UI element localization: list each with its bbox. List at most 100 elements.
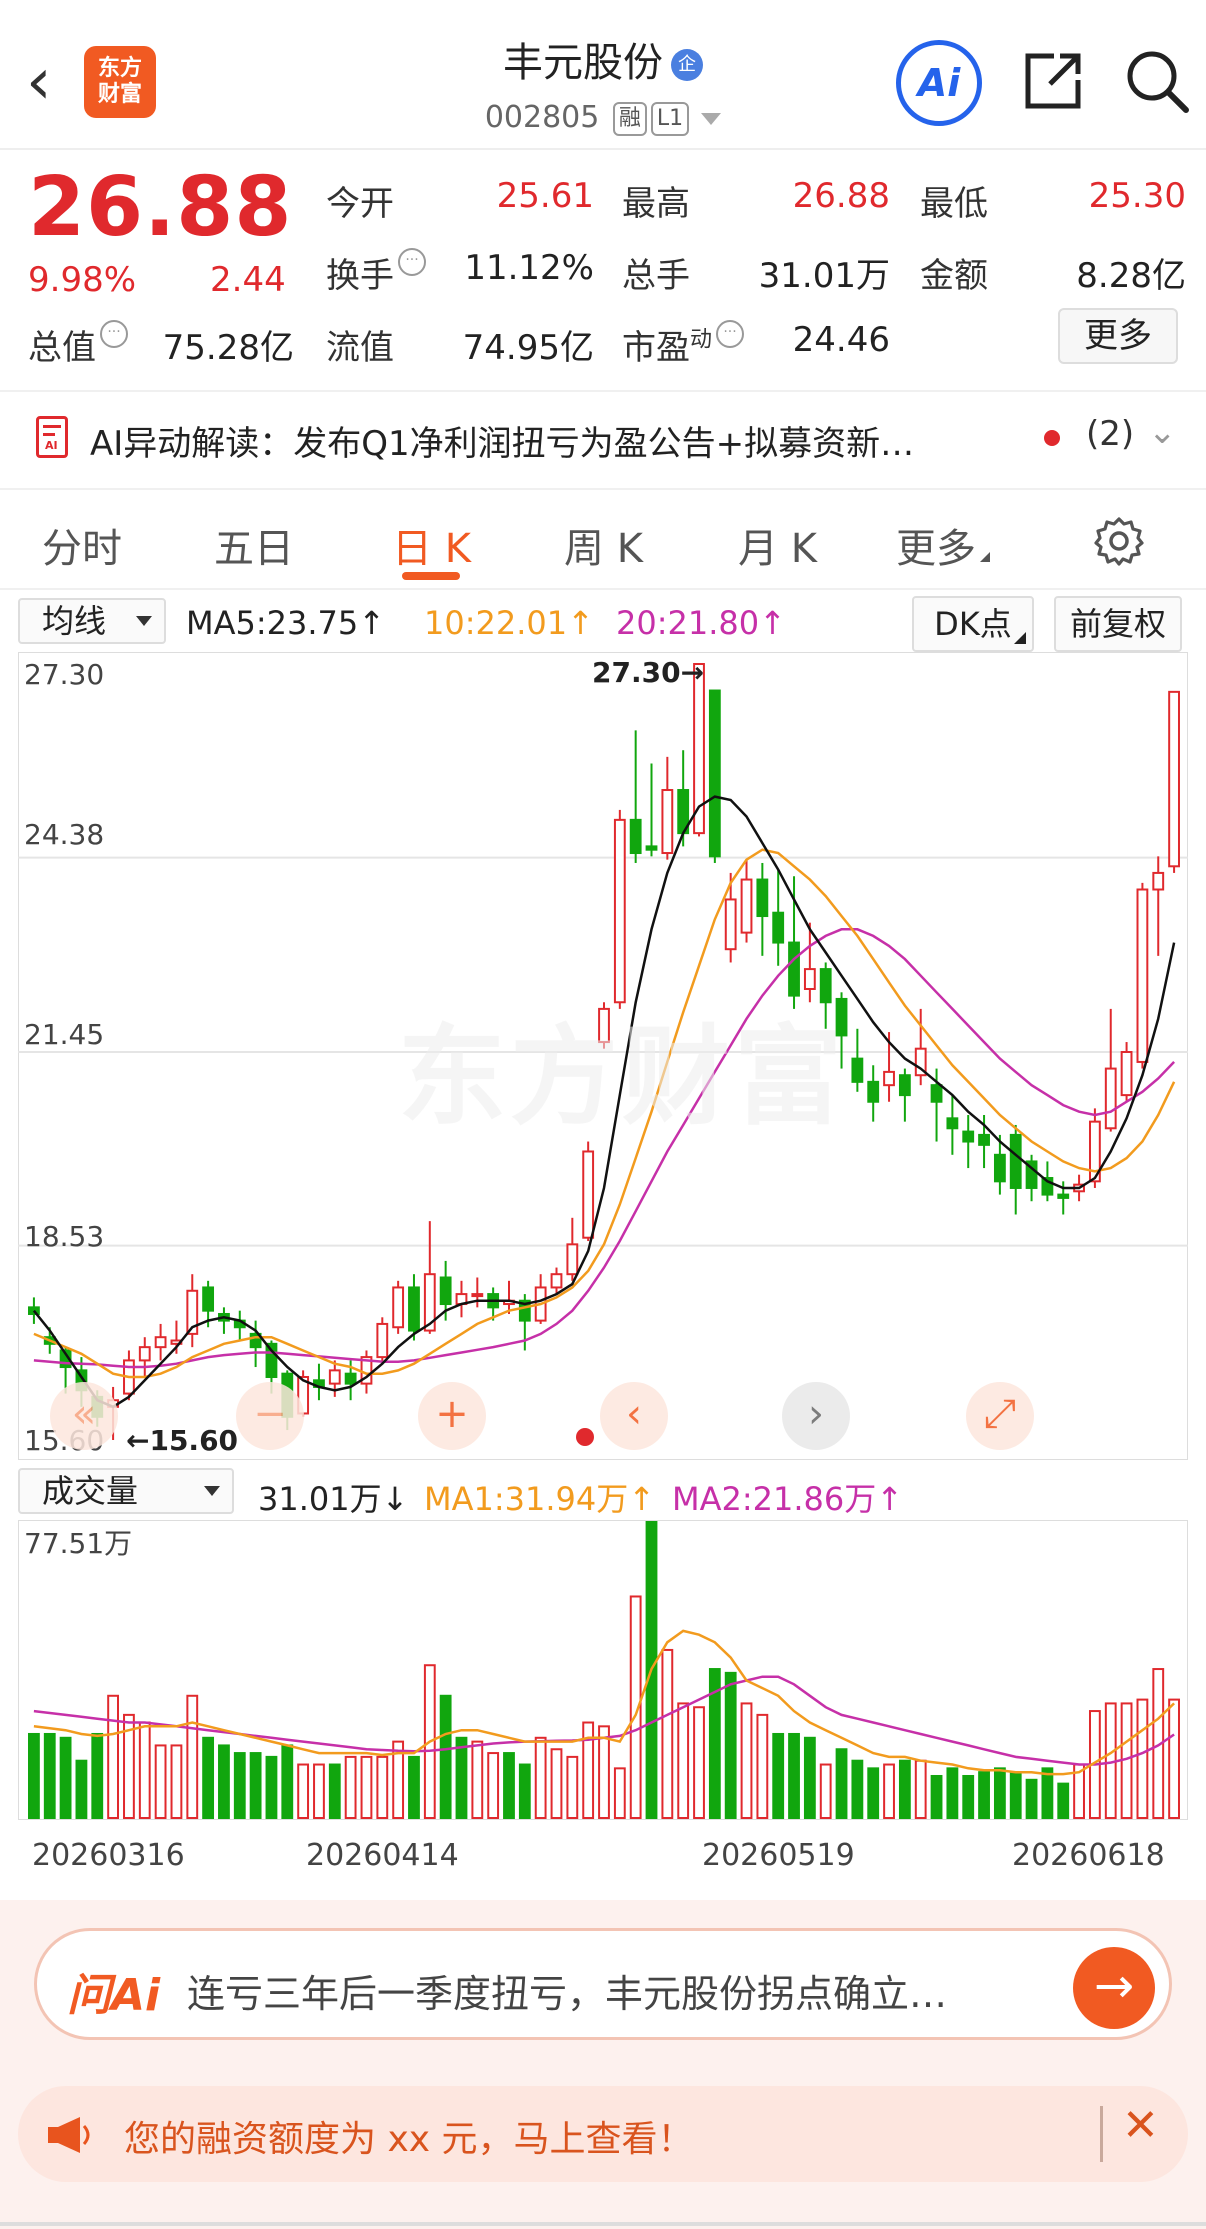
volume-bar bbox=[724, 1671, 737, 1819]
watermark: 东方财富 bbox=[398, 1015, 847, 1140]
arrow-right-icon[interactable]: → bbox=[1073, 1947, 1155, 2029]
dk-point-button[interactable]: DK点 bbox=[912, 596, 1034, 652]
megaphone-icon bbox=[48, 2117, 90, 2153]
low-label: 最低 bbox=[920, 184, 988, 224]
pe-dynamic-sup: 动 bbox=[690, 327, 713, 353]
period-tabs: 分时 五日 日 K 周 K 月 K 更多 bbox=[0, 490, 1206, 590]
rewind-button[interactable]: « bbox=[50, 1382, 118, 1450]
volume-label: 总手 bbox=[622, 256, 690, 296]
candle bbox=[313, 1363, 325, 1401]
status-dot bbox=[576, 1428, 594, 1446]
tab-monthly-k[interactable]: 月 K bbox=[738, 516, 817, 574]
tab-daily-k[interactable]: 日 K bbox=[392, 516, 471, 574]
volume-bar bbox=[202, 1736, 215, 1819]
corner-triangle-icon bbox=[1014, 632, 1026, 644]
share-icon[interactable] bbox=[1020, 48, 1086, 114]
ma-indicator-select[interactable]: 均线 bbox=[18, 598, 166, 644]
volume-bar bbox=[930, 1774, 943, 1819]
float-value: 74.95亿 bbox=[462, 328, 594, 368]
volume-bar bbox=[265, 1755, 278, 1819]
candle bbox=[708, 689, 721, 863]
volume-bar bbox=[740, 1702, 753, 1819]
candle bbox=[376, 1317, 389, 1364]
volume-bar bbox=[408, 1755, 420, 1819]
fullscreen-button[interactable]: ⤢ bbox=[966, 1382, 1034, 1450]
volume-bar bbox=[613, 1767, 626, 1819]
mcap-value: 75.28亿 bbox=[162, 328, 294, 368]
zoom-in-button[interactable]: + bbox=[418, 1382, 486, 1450]
ask-ai-box[interactable]: 问Ai 连亏三年后一季度扭亏，丰元股份拐点确立… → bbox=[34, 1928, 1172, 2040]
volume-ma2: MA2:21.86万↑ bbox=[672, 1480, 904, 1518]
ai-assistant-button[interactable]: Ai bbox=[896, 40, 982, 126]
candle bbox=[1025, 1154, 1038, 1202]
high-value: 26.88 bbox=[792, 176, 890, 216]
corner-triangle-icon bbox=[980, 552, 990, 562]
search-icon[interactable] bbox=[1124, 46, 1190, 116]
volume-bar bbox=[487, 1752, 500, 1819]
candle bbox=[962, 1115, 975, 1169]
tab-weekly-k[interactable]: 周 K bbox=[564, 516, 643, 574]
settings-gear-icon[interactable] bbox=[1094, 516, 1144, 566]
next-candle-button[interactable]: › bbox=[782, 1382, 850, 1450]
open-value: 25.61 bbox=[496, 176, 594, 216]
pe-value: 24.46 bbox=[792, 320, 890, 360]
ai-count: (2) bbox=[1086, 414, 1135, 454]
adjustment-button[interactable]: 前复权 bbox=[1054, 596, 1182, 652]
volume-now: 31.01万↓ bbox=[258, 1480, 409, 1518]
volume-bar bbox=[1168, 1698, 1180, 1820]
margin-promo-bar[interactable]: 您的融资额度为 xx 元，马上查看！ ✕ bbox=[18, 2086, 1188, 2182]
candle bbox=[423, 1221, 436, 1334]
turnover-label: 换手 ··· bbox=[326, 248, 426, 297]
more-quote-button[interactable]: 更多 bbox=[1058, 308, 1178, 364]
candle bbox=[851, 1028, 864, 1092]
ask-ai-logo: 问Ai bbox=[67, 1970, 161, 2021]
caret-down-icon[interactable] bbox=[701, 112, 722, 125]
candle bbox=[724, 872, 737, 963]
turnover-value: 11.12% bbox=[464, 248, 594, 288]
y-axis-label: 18.53 bbox=[24, 1220, 105, 1253]
volume-bar bbox=[677, 1702, 690, 1819]
candle bbox=[1009, 1124, 1022, 1215]
volume-bar bbox=[661, 1648, 674, 1819]
candle bbox=[186, 1274, 199, 1348]
change-value: 2.44 bbox=[210, 260, 286, 300]
chevron-down-icon[interactable]: ⌄ bbox=[1148, 412, 1177, 452]
volume-bar bbox=[772, 1732, 785, 1819]
ma5-value: MA5:23.75↑ bbox=[186, 604, 386, 642]
prev-candle-button[interactable]: ‹ bbox=[600, 1382, 668, 1450]
volume-indicator-select[interactable]: 成交量 bbox=[18, 1468, 234, 1514]
close-icon[interactable]: ✕ bbox=[1122, 2100, 1159, 2151]
volume-select-label: 成交量 bbox=[42, 1472, 139, 1510]
zoom-out-button[interactable]: − bbox=[236, 1382, 304, 1450]
info-dots-icon[interactable]: ··· bbox=[398, 248, 426, 276]
volume-bar bbox=[1025, 1778, 1038, 1820]
date-tick: 20260316 bbox=[32, 1838, 185, 1873]
volume-bar bbox=[788, 1732, 800, 1819]
margin-promo-text: 您的融资额度为 xx 元，马上查看！ bbox=[124, 2119, 694, 2160]
ai-document-icon: AI bbox=[36, 416, 68, 458]
volume-bar bbox=[883, 1763, 895, 1820]
open-label: 今开 bbox=[326, 184, 394, 224]
y-axis-label: 27.30 bbox=[24, 658, 105, 691]
ai-interpretation-bar[interactable]: AI AI异动解读：发布Q1净利润扭亏为盈公告+拟募资新… (2) ⌄ bbox=[0, 390, 1206, 490]
volume-bar bbox=[867, 1767, 880, 1819]
candle bbox=[645, 763, 658, 857]
volume-bar bbox=[138, 1721, 151, 1819]
volume-bar bbox=[376, 1755, 389, 1819]
tab-intraday[interactable]: 分时 bbox=[42, 516, 122, 574]
volume-bar bbox=[978, 1771, 990, 1819]
tab-more[interactable]: 更多 bbox=[896, 516, 990, 574]
volume-bar bbox=[503, 1752, 515, 1819]
candle bbox=[471, 1277, 484, 1308]
tab-more-label: 更多 bbox=[896, 526, 976, 572]
candle bbox=[946, 1095, 959, 1155]
volume-chart[interactable] bbox=[18, 1520, 1188, 1820]
volume-bar bbox=[566, 1755, 579, 1819]
volume-bar bbox=[550, 1748, 563, 1820]
volume-bar bbox=[75, 1759, 88, 1819]
candle bbox=[154, 1323, 167, 1361]
tab-five-day[interactable]: 五日 bbox=[214, 516, 294, 574]
volume-bar bbox=[898, 1759, 911, 1819]
volume-max-label: 77.51万 bbox=[24, 1527, 133, 1560]
level-tag: L1 bbox=[650, 101, 690, 136]
